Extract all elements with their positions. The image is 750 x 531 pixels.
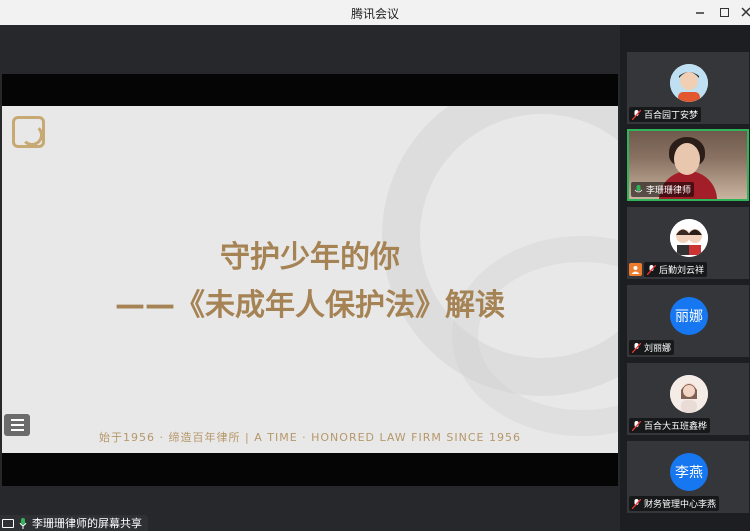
child-avatar-icon <box>670 64 708 102</box>
mic-muted-icon <box>632 498 641 509</box>
avatar: 李燕 <box>670 453 708 491</box>
participant-tile[interactable]: 百合大五班鑫桦 <box>627 363 749 435</box>
slide-title: 守护少年的你 <box>220 240 400 275</box>
participant-tile[interactable]: 李燕 财务管理中心李燕 <box>627 441 749 513</box>
shared-slide: 守护少年的你 ——《未成年人保护法》解读 始于1956 · 缔造百年律所 | A… <box>2 106 618 453</box>
slide-subtitle: ——《未成年人保护法》解读 <box>115 288 505 323</box>
menu-line <box>10 424 24 426</box>
avatar <box>670 375 708 413</box>
participant-panel: 百合园丁安梦 李珊珊律师 后勤刘云祥 丽娜 刘丽娜 百合大五班鑫桦 李燕 财务管… <box>620 25 750 531</box>
letterbox-bottom <box>2 453 618 486</box>
minimize-icon <box>696 12 704 14</box>
host-badge-icon <box>629 263 642 276</box>
participant-tile-active[interactable]: 李珊珊律师 <box>627 129 749 201</box>
window-title: 腾讯会议 <box>350 7 399 21</box>
participant-name: 百合大五班鑫桦 <box>644 422 708 432</box>
girl-avatar-icon <box>670 375 708 413</box>
participant-name: 财务管理中心李燕 <box>644 500 717 510</box>
participant-name: 刘丽娜 <box>644 344 672 354</box>
avatar: 丽娜 <box>670 297 708 335</box>
mic-muted-icon <box>632 342 641 353</box>
mic-muted-icon <box>632 109 641 120</box>
mic-muted-icon <box>647 264 656 275</box>
share-status-label: 李珊珊律师的屏幕共享 <box>32 517 142 530</box>
mic-muted-icon <box>632 420 641 431</box>
close-button[interactable] <box>736 3 750 21</box>
participant-name: 李珊珊律师 <box>646 186 692 196</box>
screen-share-icon <box>2 518 14 528</box>
close-icon <box>741 7 750 17</box>
title-bar: 腾讯会议 <box>0 0 750 25</box>
share-status-bar: 李珊珊律师的屏幕共享 <box>0 515 148 531</box>
mic-active-icon <box>634 184 643 192</box>
participant-name: 后勤刘云祥 <box>659 266 705 276</box>
slide-footer: 始于1956 · 缔造百年律所 | A TIME · HONORED LAW F… <box>99 431 521 444</box>
participant-name: 百合园丁安梦 <box>644 111 699 121</box>
screen-share-view: 守护少年的你 ——《未成年人保护法》解读 始于1956 · 缔造百年律所 | A… <box>0 25 620 531</box>
maximize-icon <box>719 7 729 17</box>
avatar <box>670 219 708 257</box>
avatar <box>670 64 708 102</box>
mic-icon <box>19 517 27 529</box>
participant-tile[interactable]: 百合园丁安梦 <box>627 52 749 124</box>
list-menu-button[interactable] <box>4 414 30 436</box>
minimize-button[interactable] <box>690 3 710 21</box>
participant-tile[interactable]: 后勤刘云祥 <box>627 207 749 279</box>
cartoon-couple-avatar-icon <box>670 219 708 257</box>
maximize-button[interactable] <box>714 3 734 21</box>
participant-tile[interactable]: 丽娜 刘丽娜 <box>627 285 749 357</box>
law-firm-logo-icon <box>12 116 45 148</box>
menu-line <box>10 429 24 431</box>
letterbox-top <box>2 74 618 106</box>
menu-line <box>10 419 24 421</box>
